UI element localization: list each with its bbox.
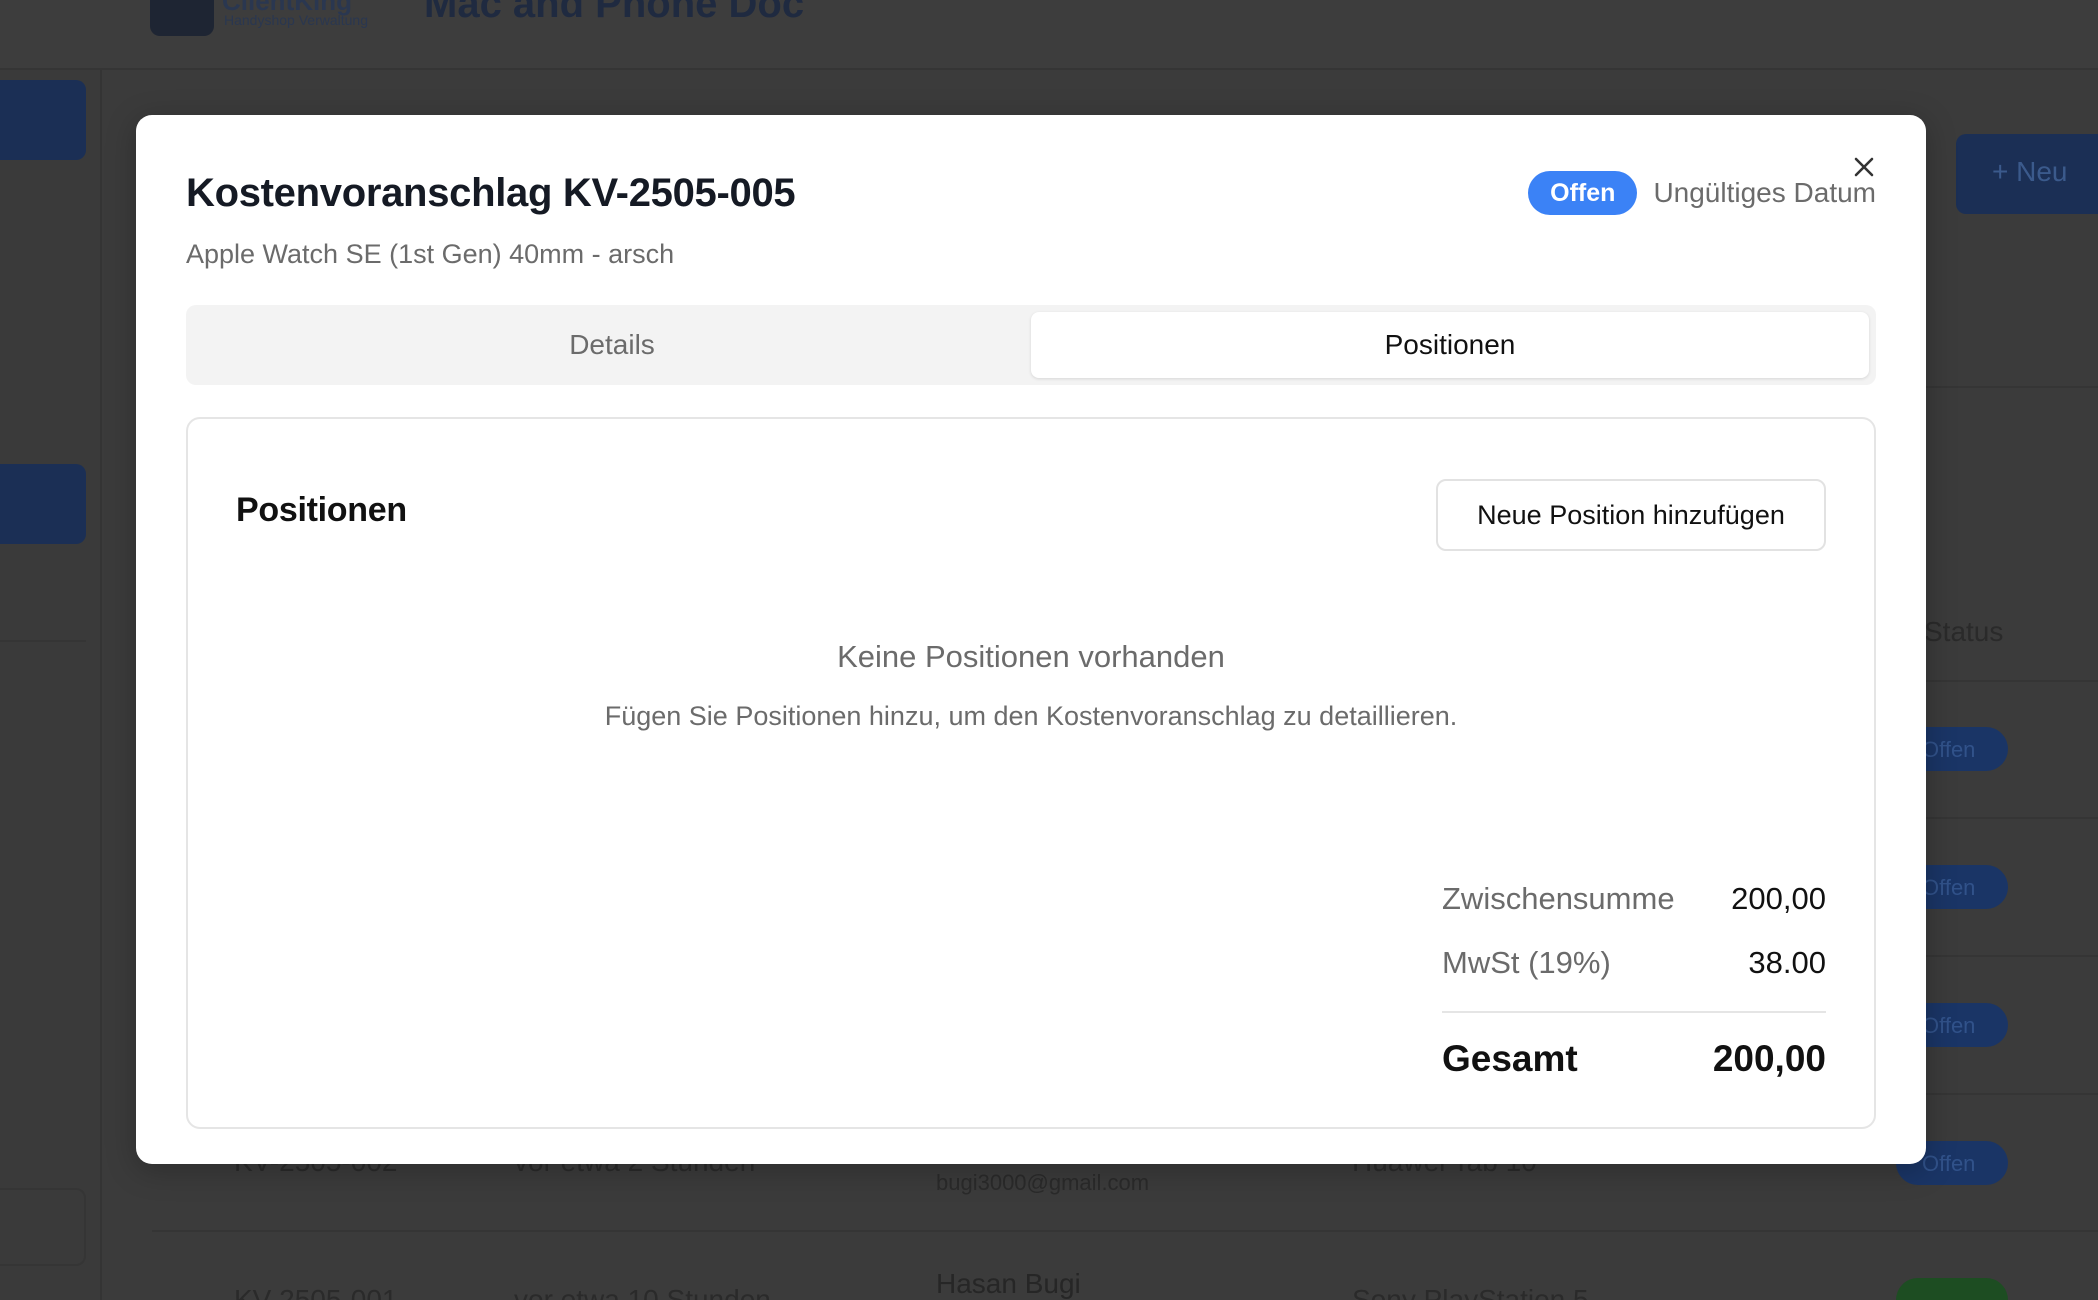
table-cell-customer: Hasan Bugi xyxy=(936,1268,1081,1299)
table-cell-email: bugi3000@gmail.com xyxy=(936,1170,1150,1195)
dialog-title: Kostenvoranschlag KV-2505-005 xyxy=(186,171,796,215)
table-row-divider xyxy=(152,1230,2098,1232)
table-cell-number[interactable]: KV-2505-001 xyxy=(234,1284,397,1300)
estimate-dialog: Kostenvoranschlag KV-2505-005 Apple Watc… xyxy=(136,115,1926,1164)
totals-divider xyxy=(1442,1011,1826,1013)
table-cell-device: Sony PlayStation 5 xyxy=(1352,1284,1589,1300)
status-badge: Offen xyxy=(1528,171,1638,215)
dialog-subtitle: Apple Watch SE (1st Gen) 40mm - arsch xyxy=(186,239,675,269)
add-position-button[interactable]: Neue Position hinzufügen xyxy=(1436,479,1826,551)
positions-card: Positionen Neue Position hinzufügen Kein… xyxy=(186,417,1876,1129)
logo-icon xyxy=(150,0,214,36)
tab-details[interactable]: Details xyxy=(193,312,1031,378)
sidebar-footer-box[interactable] xyxy=(0,1188,86,1266)
status-pill-accepted xyxy=(1896,1278,2008,1300)
tab-positionen[interactable]: Positionen xyxy=(1031,312,1869,378)
empty-state-title: Keine Positionen vorhanden xyxy=(837,639,1225,674)
app-title: Mac and Phone Doc xyxy=(424,0,805,26)
date-text: Ungültiges Datum xyxy=(1653,177,1876,208)
vat-row: MwSt (19%) 38.00 xyxy=(1442,931,1826,995)
total-row: Gesamt 200,00 xyxy=(1442,1027,1826,1091)
subtotal-row: Zwischensumme 200,00 xyxy=(1442,867,1826,931)
positions-title: Positionen xyxy=(236,491,407,529)
sidebar-item-active[interactable] xyxy=(0,80,86,160)
sidebar-divider xyxy=(0,640,86,642)
sidebar-item-secondary[interactable] xyxy=(0,464,86,544)
sidebar xyxy=(0,0,102,1300)
table-cell-time: vor etwa 10 Stunden xyxy=(514,1284,771,1300)
vat-value: 38.00 xyxy=(1748,945,1826,980)
new-estimate-button[interactable]: + Neu xyxy=(1956,134,2098,214)
logo-subtitle: Handyshop Verwaltung xyxy=(224,12,368,28)
subtotal-label: Zwischensumme xyxy=(1442,881,1675,916)
vat-label: MwSt (19%) xyxy=(1442,945,1611,980)
subtotal-value: 200,00 xyxy=(1731,881,1826,916)
total-label: Gesamt xyxy=(1442,1038,1578,1079)
column-header-status: Status xyxy=(1924,616,2004,647)
top-bar: ClientKing Handyshop Verwaltung Mac and … xyxy=(0,0,2098,70)
total-value: 200,00 xyxy=(1712,1038,1826,1079)
header-status: Offen Ungültiges Datum xyxy=(1528,171,1876,215)
totals-summary: Zwischensumme 200,00 MwSt (19%) 38.00 Ge… xyxy=(1442,867,1826,1091)
tab-bar: Details Positionen xyxy=(186,305,1876,385)
empty-state-description: Fügen Sie Positionen hinzu, um den Koste… xyxy=(604,701,1458,731)
